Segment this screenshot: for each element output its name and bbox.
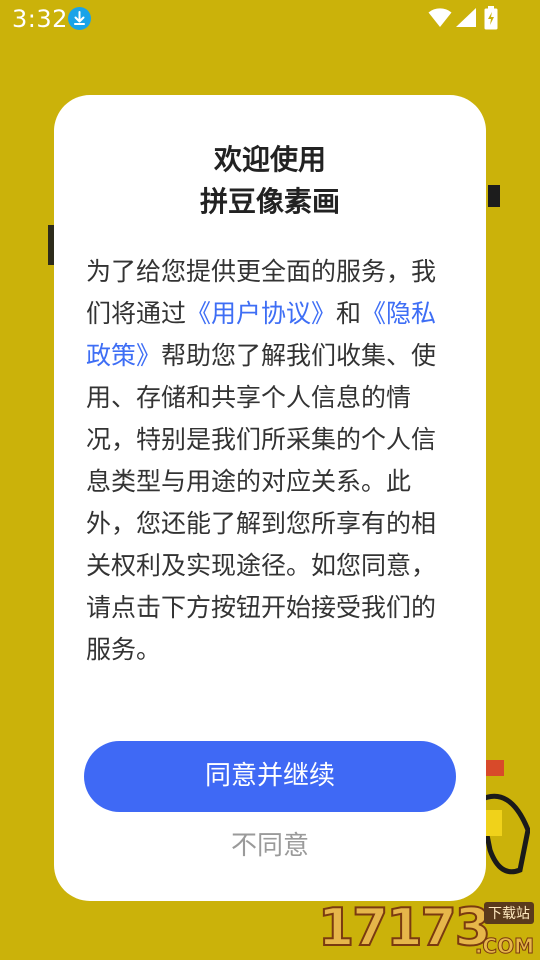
agree-continue-button[interactable]: 同意并继续 [84,741,456,812]
watermark-number: 17173 [317,897,492,959]
battery-icon [484,6,498,30]
background-art [488,185,500,207]
disagree-button[interactable]: 不同意 [54,826,486,866]
privacy-dialog: 欢迎使用 拼豆像素画 为了给您提供更全面的服务，我们将通过《用户协议》和《隐私政… [54,95,486,901]
body-text-part3: 帮助您了解我们收集、使用、存储和共享个人信息的情况，特别是我们所采集的个人信息类… [86,341,437,664]
watermark-logo: 17173 下载站 .COM [317,897,540,960]
signal-icon [456,8,476,27]
body-text-part2: 和 [336,299,362,328]
dialog-title-line2: 拼豆像素画 [199,185,340,218]
user-agreement-link[interactable]: 《用户协议》 [186,299,336,328]
dialog-title-line1: 欢迎使用 [213,143,326,176]
dialog-body: 为了给您提供更全面的服务，我们将通过《用户协议》和《隐私政策》帮助您了解我们收集… [86,251,456,671]
watermark-domain: .COM [474,934,534,959]
wifi-icon [428,8,452,27]
watermark-tag: 下载站 [484,902,534,924]
status-time: 3:32 [12,5,68,33]
download-icon [68,7,91,30]
dialog-title: 欢迎使用 拼豆像素画 [54,139,486,223]
status-bar: 3:32 [0,0,540,38]
